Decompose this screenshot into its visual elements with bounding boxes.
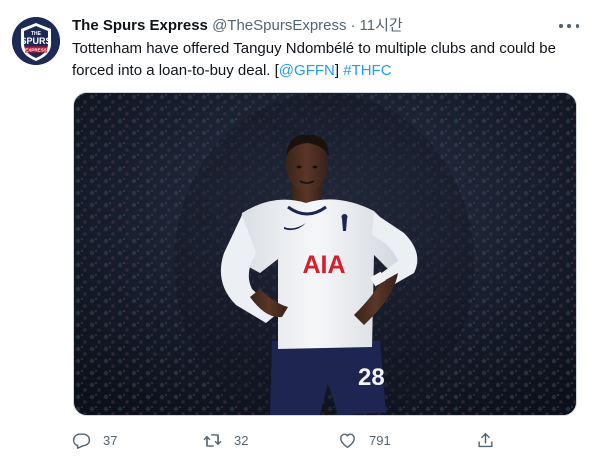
like-button[interactable]: 791 <box>338 428 391 452</box>
avatar[interactable]: THE SPURS EXPRESS <box>12 17 60 65</box>
player-photo: 28 AIA <box>74 93 576 415</box>
reply-count: 37 <box>103 432 118 448</box>
shirt-number: 28 <box>358 364 385 391</box>
mention-link[interactable]: @GFFN <box>279 62 335 79</box>
display-name[interactable]: The Spurs Express <box>72 17 208 34</box>
tweet-timestamp[interactable]: 11시간 <box>360 17 403 34</box>
logo-line-3: EXPRESS <box>25 47 47 52</box>
retweet-button[interactable]: 32 <box>203 428 248 452</box>
separator-dot: · <box>350 17 356 34</box>
tweet-text: Tottenham have offered Tanguy Ndombélé t… <box>72 38 572 82</box>
reply-button[interactable]: 37 <box>72 428 117 452</box>
retweet-count: 32 <box>234 432 249 448</box>
like-count: 791 <box>369 432 391 448</box>
user-handle[interactable]: @TheSpursExpress <box>212 17 346 34</box>
logo-line-2: SPURS <box>20 36 51 46</box>
like-icon <box>340 432 355 448</box>
more-icon[interactable] <box>559 18 579 34</box>
share-button[interactable] <box>476 428 507 452</box>
tweet-actions: 37 32 791 <box>72 428 502 452</box>
reply-icon <box>72 432 91 449</box>
retweet-icon <box>203 433 222 447</box>
tweet[interactable]: THE SPURS EXPRESS The Spurs Express @The… <box>0 0 593 459</box>
shirt-sponsor: AIA <box>302 251 345 279</box>
tweet-text-bracket: ] <box>334 62 344 79</box>
hashtag-link[interactable]: #THFC <box>343 62 391 79</box>
tweet-photo[interactable]: 28 AIA <box>73 92 577 416</box>
tweet-header: The Spurs Express @TheSpursExpress · 11시간 <box>72 16 403 36</box>
share-icon <box>478 432 493 447</box>
spurs-express-logo: THE SPURS EXPRESS <box>12 17 60 65</box>
